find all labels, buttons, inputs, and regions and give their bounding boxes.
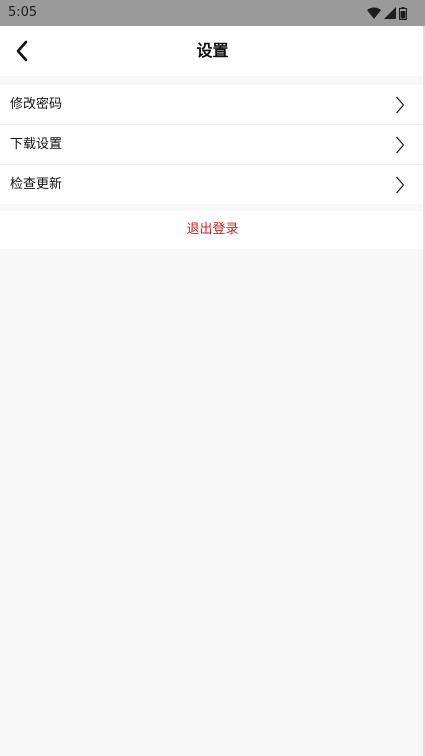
page-title: 设置 xyxy=(196,41,229,60)
settings-screen: 5:05 设置 修改密码 下载设置 检查更新 退出登录 xyxy=(0,0,425,756)
chevron-right-icon xyxy=(396,96,405,114)
battery-icon xyxy=(399,6,407,20)
cell-signal-icon xyxy=(384,7,396,19)
setting-label: 下载设置 xyxy=(10,137,63,152)
setting-check-update[interactable]: 检查更新 xyxy=(0,165,425,204)
status-time: 5:05 xyxy=(8,5,38,20)
setting-download-settings[interactable]: 下载设置 xyxy=(0,125,425,165)
chevron-left-icon xyxy=(16,40,28,62)
status-icons xyxy=(367,6,407,20)
setting-label: 修改密码 xyxy=(10,97,63,112)
setting-change-password[interactable]: 修改密码 xyxy=(0,85,425,125)
logout-button[interactable]: 退出登录 xyxy=(0,211,425,249)
chevron-right-icon xyxy=(396,176,405,194)
header: 设置 xyxy=(0,26,425,76)
settings-list: 修改密码 下载设置 检查更新 xyxy=(0,85,425,204)
setting-label: 检查更新 xyxy=(10,177,63,192)
back-button[interactable] xyxy=(8,38,36,64)
chevron-right-icon xyxy=(396,136,405,154)
status-bar: 5:05 xyxy=(0,0,425,26)
wifi-icon xyxy=(367,7,381,19)
